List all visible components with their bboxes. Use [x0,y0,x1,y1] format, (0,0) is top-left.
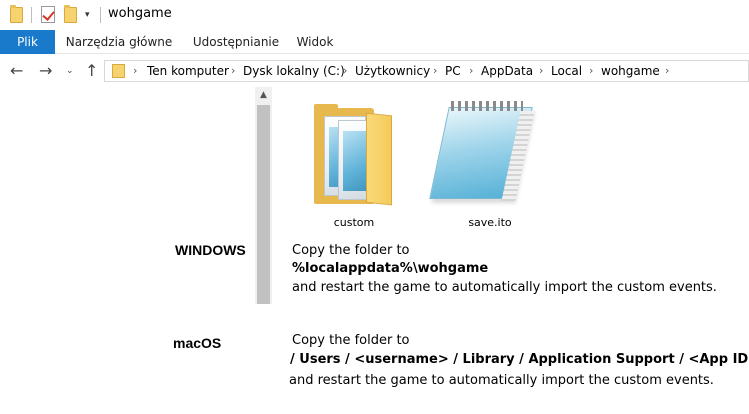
windows-line-1: Copy the folder to [292,243,410,258]
windows-label: WINDOWS [175,242,246,258]
tab-view[interactable]: Widok [290,30,340,54]
macos-line-3: and restart the game to automatically im… [289,373,714,388]
breadcrumb-this-pc[interactable]: Ten komputer [147,63,229,79]
scrollbar-thumb[interactable] [257,105,270,304]
breadcrumb-chevron-icon[interactable]: › [133,63,137,79]
macos-path: / Users / <username> / Library / Applica… [290,352,749,367]
breadcrumb-chevron-icon[interactable]: › [665,63,669,79]
address-bar[interactable]: › Ten komputer › Dysk lokalny (C:) › Uży… [104,60,749,82]
toolbar-separator [31,7,32,23]
vertical-scrollbar[interactable]: ▲ [255,87,272,304]
tab-share[interactable]: Udostępnianie [186,30,286,54]
breadcrumb-local-disk[interactable]: Dysk lokalny (C:) [243,63,345,79]
folder-front [366,112,392,206]
macos-label: macOS [173,335,222,351]
breadcrumb-local[interactable]: Local [551,63,582,79]
ribbon-tabs: Plik Narzędzia główne Udostępnianie Wido… [0,30,749,54]
navigation-bar: ← → ⌄ ↑ › Ten komputer › Dysk lokalny (C… [0,55,749,87]
breadcrumb-appdata[interactable]: AppData [481,63,533,79]
title-bar: ▾ wohgame [0,0,749,30]
macos-line-1: Copy the folder to [292,333,410,348]
breadcrumb-pc[interactable]: PC [445,63,461,79]
windows-path: %localappdata%\wohgame [292,261,489,276]
recent-locations-chevron-icon[interactable]: ⌄ [66,61,74,81]
breadcrumb-chevron-icon[interactable]: › [469,63,473,79]
tab-file[interactable]: Plik [0,30,55,54]
breadcrumb-chevron-icon[interactable]: › [539,63,543,79]
back-arrow-icon[interactable]: ← [10,61,23,81]
file-name-save[interactable]: save.ito [440,216,540,229]
breadcrumb-chevron-icon[interactable]: › [231,63,235,79]
window-title: wohgame [108,6,172,21]
notepad-spiral [451,101,523,111]
notepad-file-icon[interactable] [429,101,535,207]
address-folder-icon [112,64,125,78]
quick-access-dropdown-icon[interactable]: ▾ [85,10,90,20]
up-arrow-icon[interactable]: ↑ [85,61,98,81]
tab-home[interactable]: Narzędzia główne [64,30,174,54]
new-folder-icon[interactable] [64,5,77,23]
breadcrumb-chevron-icon[interactable]: › [343,63,347,79]
breadcrumb-users[interactable]: Użytkownicy [355,63,430,79]
toolbar-separator [100,7,101,23]
forward-arrow-icon[interactable]: → [39,61,52,81]
file-name-custom[interactable]: custom [304,216,404,229]
properties-check-icon[interactable] [41,6,55,23]
breadcrumb-chevron-icon[interactable]: › [433,63,437,79]
breadcrumb-wohgame[interactable]: wohgame [601,63,660,79]
breadcrumb-chevron-icon[interactable]: › [589,63,593,79]
folder-icon[interactable] [314,104,392,206]
scroll-up-arrow-icon[interactable]: ▲ [255,87,272,104]
windows-line-3: and restart the game to automatically im… [292,280,717,295]
folder-icon[interactable] [10,5,23,23]
